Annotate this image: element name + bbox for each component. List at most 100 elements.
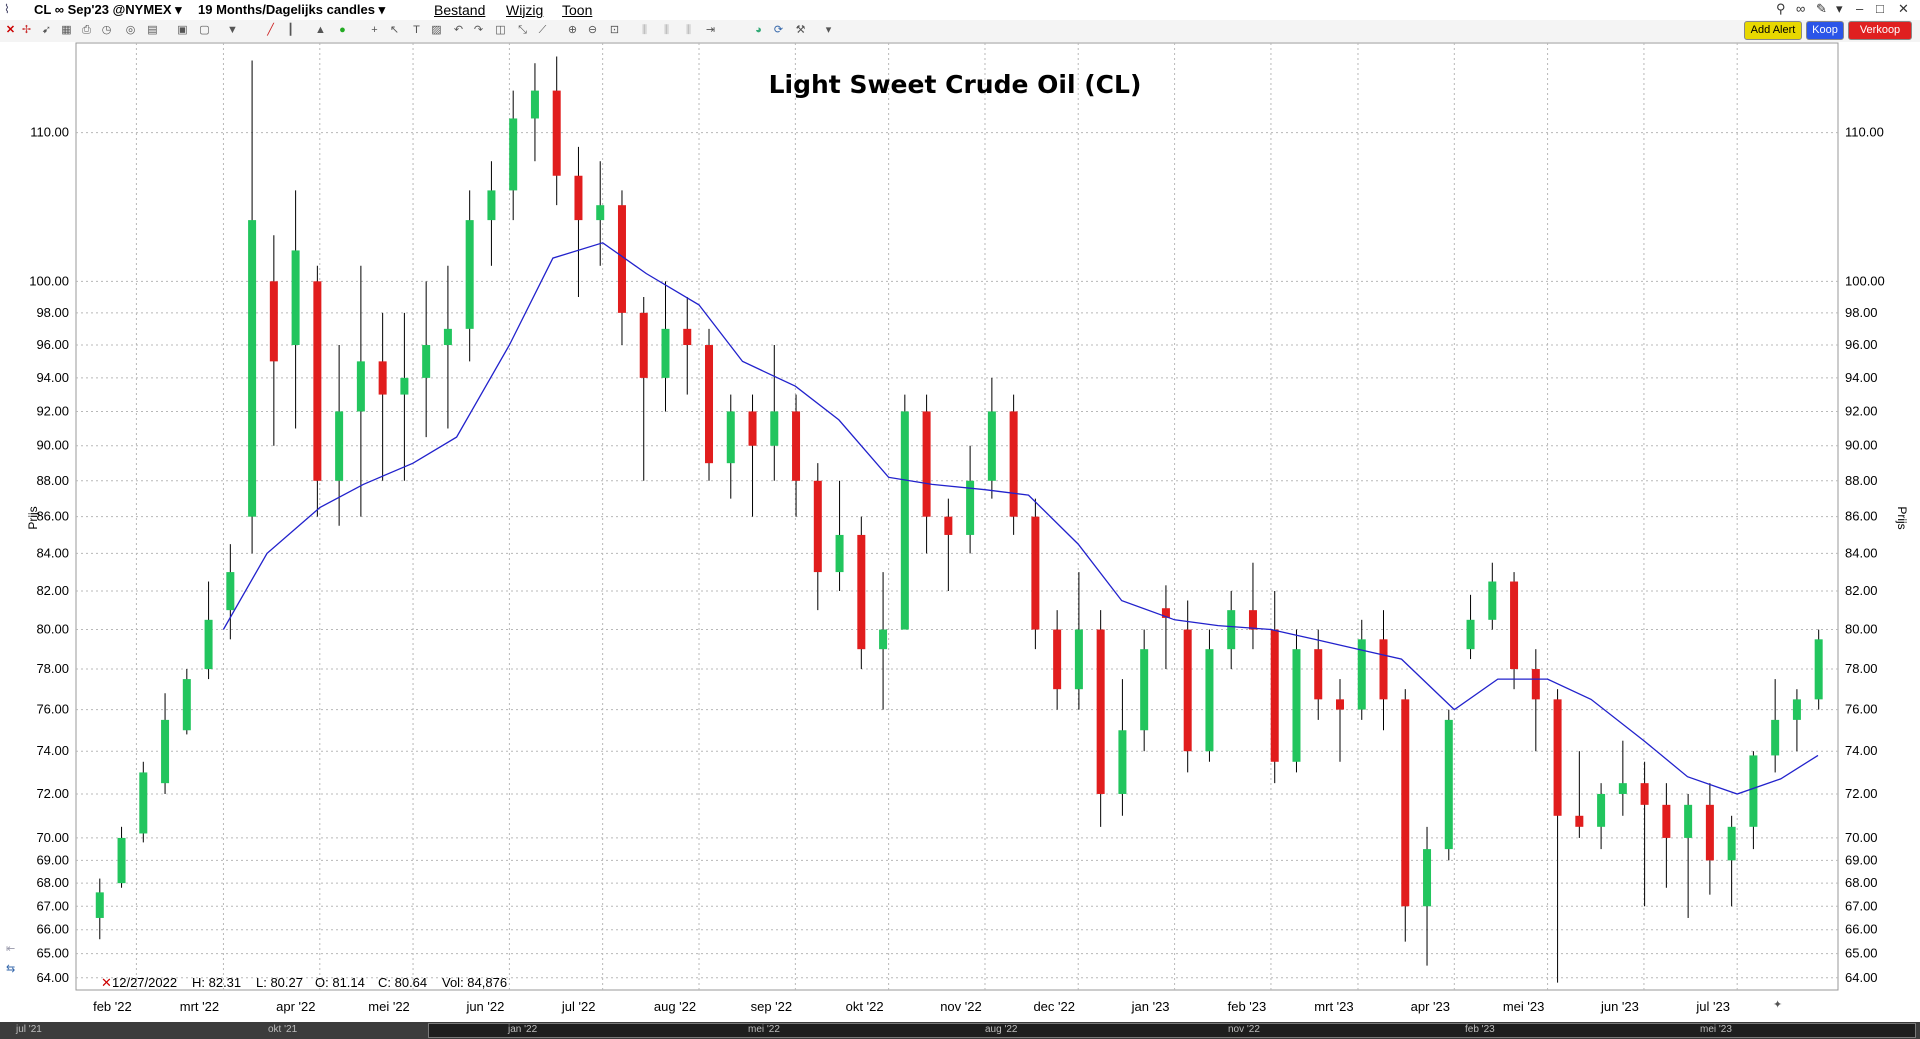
y-tick-label: 70.00 (1845, 830, 1878, 845)
scroll-right-icon[interactable]: ✦ (1773, 999, 1782, 1011)
candle-body (356, 361, 365, 412)
scrollbar-label: feb '23 (1465, 1024, 1495, 1035)
period-dropdown[interactable]: 19 Months/Dagelijks candles ▾ (198, 2, 385, 18)
candle-body (1074, 629, 1083, 690)
paint-icon[interactable]: ◕ (752, 24, 765, 37)
y-tick-label: 76.00 (1845, 702, 1878, 717)
pointer-icon[interactable]: ↖ (388, 24, 401, 37)
undo-icon[interactable]: ↶ (452, 24, 465, 37)
mountain-chart-icon[interactable]: ▲ (314, 24, 327, 37)
period-label: 19 Months/Dagelijks candles (198, 2, 376, 17)
globe-icon[interactable]: ◎ (124, 24, 137, 37)
candle-body (509, 118, 518, 191)
sell-button[interactable]: Verkoop (1848, 21, 1912, 40)
measure-icon[interactable]: ⟋ (536, 24, 549, 37)
candle-body (857, 534, 866, 650)
chain-icon[interactable]: ∞ (1796, 1, 1805, 16)
y-tick-label: 84.00 (1845, 545, 1878, 560)
image-icon[interactable]: ▨ (430, 24, 443, 37)
candle-body (639, 312, 648, 378)
y-tick-label: 69.00 (36, 852, 69, 867)
side-tool-icon-2[interactable]: ⇆ (6, 963, 15, 975)
clock-icon[interactable]: ◷ (100, 24, 113, 37)
print-icon[interactable]: ⎙ (80, 24, 93, 37)
scrollbar-thumb[interactable] (428, 1023, 1916, 1038)
candle-body (291, 250, 300, 346)
y-tick-label: 98.00 (36, 305, 69, 320)
grid-icon[interactable]: ▤ (146, 24, 159, 37)
refresh-green-icon[interactable]: ● (336, 24, 349, 37)
y-tick-label: 82.00 (36, 583, 69, 598)
candle-body (1597, 793, 1606, 827)
candle-body (1792, 699, 1801, 720)
chart-icon[interactable]: ⌇ (4, 2, 10, 16)
y-axis-label-right: Prijs (1895, 506, 1909, 529)
candle-body (705, 345, 714, 464)
y-tick-label: 69.00 (1845, 852, 1878, 867)
y-tick-label: 110.00 (30, 125, 69, 140)
x-tick-label: aug '22 (654, 999, 696, 1014)
redo-icon[interactable]: ↷ (472, 24, 485, 37)
bars-icon[interactable]: ┃ (284, 24, 297, 37)
x-tick-label: mrt '23 (1314, 999, 1353, 1014)
buy-button[interactable]: Koop (1806, 21, 1844, 40)
price-chart[interactable]: 64.00 65.00 66.00 67.00 68.00 69.00 70.00 72.00… (0, 42, 1920, 1022)
zoom-out-icon[interactable]: ⊖ (586, 24, 599, 37)
y-tick-label: 100.00 (29, 273, 69, 288)
table-icon[interactable]: ▦ (60, 24, 73, 37)
link-icon[interactable]: ⚲ (1776, 1, 1786, 17)
zoom-fit-icon[interactable]: ⊡ (608, 24, 621, 37)
wrench-icon[interactable]: ⚒ (794, 24, 807, 37)
info-high: H: 82.31 (192, 975, 241, 990)
candle-body (813, 480, 822, 573)
chevron-down-icon[interactable]: ▾ (1836, 1, 1843, 17)
menu-toon[interactable]: Toon (562, 2, 592, 18)
pencil-icon[interactable]: ╱ (264, 24, 277, 37)
info-date: 12/27/2022 (112, 975, 177, 990)
close-icon[interactable]: ✕ (4, 24, 17, 37)
candle-body (530, 90, 539, 119)
close-icon[interactable]: ✕ (1898, 1, 1909, 17)
bar-spacing-narrow-icon[interactable]: ⫼ (660, 24, 673, 37)
overview-scrollbar[interactable]: jul '21 okt '21 jan '22 mei '22 aug '22 … (0, 1022, 1920, 1039)
y-tick-label: 86.00 (36, 509, 69, 524)
candle-body (1314, 649, 1323, 700)
scroll-end-icon[interactable]: ⇥ (704, 24, 717, 37)
symbol-dropdown[interactable]: CL ∞ Sep'23 @NYMEX ▾ (34, 2, 182, 18)
menu-bestand[interactable]: Bestand (434, 2, 485, 18)
candle-body (1705, 804, 1714, 861)
y-tick-label: 90.00 (1845, 438, 1878, 453)
dropdown-arrow-icon[interactable]: ▼ (226, 24, 239, 37)
zoom-in-icon[interactable]: ⊕ (566, 24, 579, 37)
add-alert-button[interactable]: Add Alert (1744, 21, 1802, 40)
text-icon[interactable]: T (410, 24, 423, 37)
info-low: L: 80.27 (256, 975, 303, 990)
snapshot-icon[interactable]: ◫ (494, 24, 507, 37)
scrollbar-label: mei '22 (748, 1024, 780, 1035)
cursor-icon[interactable]: ➹ (40, 24, 53, 37)
bar-spacing-wide-icon[interactable]: ⫼ (682, 24, 695, 37)
candle-body (248, 220, 257, 517)
candle-body (1466, 619, 1475, 650)
candle-body (1183, 629, 1192, 752)
maximize-icon[interactable]: □ (1876, 1, 1884, 16)
bar-spacing-icon[interactable]: ⫼ (638, 24, 651, 37)
sync-icon[interactable]: ⟳ (772, 24, 785, 37)
candle-body (1640, 783, 1649, 805)
candle-body (378, 361, 387, 395)
dropdown-arrow-icon[interactable]: ▾ (822, 24, 835, 37)
crosshair-plus-icon[interactable]: + (368, 24, 381, 37)
layout-icon[interactable]: ▣ (176, 24, 189, 37)
candle-body (1444, 719, 1453, 850)
trendline-icon[interactable]: ⤡ (516, 24, 529, 37)
info-marker-icon: ✕ (101, 975, 112, 990)
y-tick-label: 72.00 (1845, 786, 1878, 801)
side-tool-icon[interactable]: ⇤ (6, 943, 15, 955)
y-tick-label: 68.00 (1845, 875, 1878, 890)
pin-icon[interactable]: ✎ (1816, 1, 1827, 17)
box-icon[interactable]: ▢ (198, 24, 211, 37)
minimize-icon[interactable]: – (1856, 1, 1863, 16)
menu-wijzig[interactable]: Wijzig (506, 2, 543, 18)
candle-body (1553, 699, 1562, 816)
crosshair-icon[interactable]: ✢ (20, 24, 33, 37)
